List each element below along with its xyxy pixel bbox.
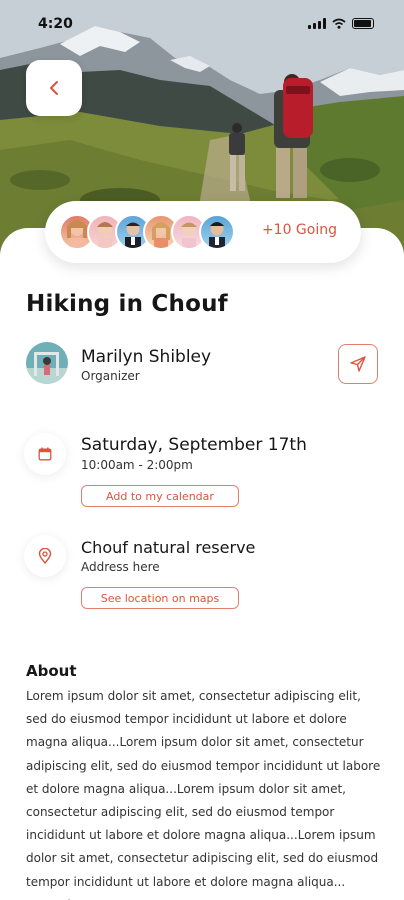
about-text: Lorem ipsum dolor sit amet, consectetur … <box>26 689 381 900</box>
status-icons <box>308 18 374 29</box>
calendar-icon <box>38 447 52 461</box>
attendees-pill[interactable]: +10 Going <box>45 201 361 263</box>
wifi-icon <box>332 18 346 29</box>
about-heading: About <box>26 662 77 680</box>
send-icon <box>350 356 366 372</box>
organizer-role: Organizer <box>81 369 140 383</box>
organizer-name: Marilyn Shibley <box>81 347 212 367</box>
location-name: Chouf natural reserve <box>81 538 256 557</box>
event-title: Hiking in Chouf <box>26 291 228 317</box>
location-icon-badge <box>24 535 66 577</box>
status-time: 4:20 <box>38 16 73 32</box>
back-button[interactable] <box>26 60 82 116</box>
event-details-screen: 4:20 +10 Going Hiking in Chouf Marilyn S… <box>0 0 404 900</box>
going-count: +10 Going <box>261 222 337 238</box>
signal-icon <box>308 18 326 29</box>
location-pin-icon <box>38 548 52 564</box>
share-button[interactable] <box>338 344 378 384</box>
chevron-left-icon <box>50 81 58 95</box>
see-location-button[interactable]: See location on maps <box>81 587 239 609</box>
event-time: 10:00am - 2:00pm <box>81 458 193 472</box>
location-address: Address here <box>81 560 160 574</box>
attendee-avatar <box>199 214 235 250</box>
status-bar: 4:20 <box>0 0 404 48</box>
event-date: Saturday, September 17th <box>81 435 307 455</box>
battery-icon <box>352 18 374 29</box>
add-to-calendar-button[interactable]: Add to my calendar <box>81 485 239 507</box>
organizer-avatar[interactable] <box>26 342 68 384</box>
calendar-icon-badge <box>24 433 66 475</box>
